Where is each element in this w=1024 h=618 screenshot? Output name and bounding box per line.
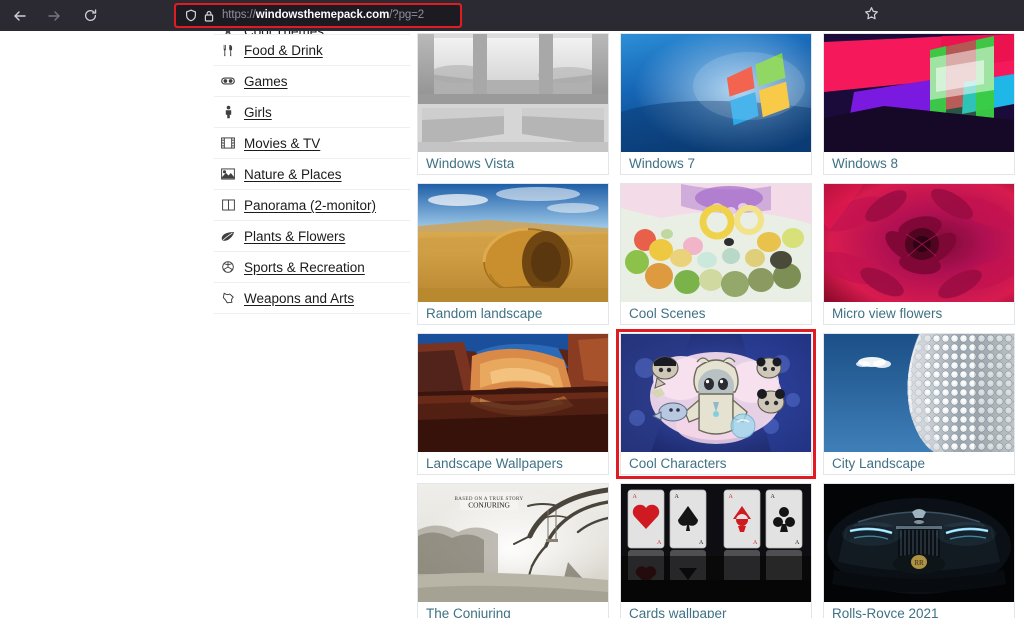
sidebar-item-label: Nature & Places: [244, 166, 342, 182]
svg-text:A: A: [771, 494, 776, 500]
shield-arts-icon: [218, 290, 238, 306]
sidebar-item-label: Movies & TV: [244, 135, 321, 151]
theme-title-link[interactable]: Landscape Wallpapers: [418, 452, 608, 474]
svg-text:A: A: [699, 540, 704, 546]
sidebar-item-food-drink[interactable]: Food & Drink: [214, 35, 410, 66]
theme-title-link[interactable]: Random landscape: [418, 302, 608, 324]
sidebar-item-label: Food & Drink: [244, 42, 323, 58]
cutlery-icon: [218, 42, 238, 58]
svg-text:A: A: [633, 494, 638, 500]
theme-thumbnail-red-canyon-reflection[interactable]: [418, 334, 608, 452]
svg-text:A: A: [657, 540, 662, 546]
dual-monitor-icon: [218, 197, 238, 213]
sidebar-item-nature-places[interactable]: Nature & Places: [214, 159, 410, 190]
svg-text:RR: RR: [914, 559, 924, 567]
theme-grid-row: BASED ON A TRUE STORY CONJURING The Conj…: [417, 483, 1017, 618]
theme-title-link[interactable]: Windows Vista: [418, 152, 608, 174]
theme-grid-row: Landscape Wallpapers Cool Characters Cit…: [417, 329, 1017, 479]
svg-text:CONJURING: CONJURING: [468, 501, 510, 510]
lock-icon[interactable]: [200, 7, 218, 25]
theme-card[interactable]: RR Rolls-Royce 2021: [823, 483, 1015, 618]
url-text: https://windowsthemepack.com/?pg=2: [222, 8, 425, 22]
theme-title-link[interactable]: Windows 7: [621, 152, 811, 174]
landscape-icon: [218, 166, 238, 182]
theme-thumbnail-rolls-royce-front[interactable]: RR: [824, 484, 1014, 602]
svg-text:A: A: [729, 494, 734, 500]
theme-grid-row: Windows Vista Windows 7 Windows 8: [417, 33, 1017, 175]
theme-thumbnail-hay-bale-field[interactable]: [418, 184, 608, 302]
back-arrow-icon: [12, 8, 28, 24]
theme-thumbnail-cartoon-characters[interactable]: [621, 334, 811, 452]
reload-icon: [83, 8, 98, 23]
forward-button[interactable]: [40, 2, 68, 30]
url-scheme: https://: [222, 8, 256, 21]
theme-card[interactable]: A A A A A A A A Cards wallpaper: [620, 483, 812, 618]
theme-card[interactable]: City Landscape: [823, 333, 1015, 475]
star-icon: [864, 6, 879, 26]
theme-card[interactable]: Cool Scenes: [620, 183, 812, 325]
shield-icon[interactable]: [182, 7, 200, 25]
browser-toolbar: https://windowsthemepack.com/?pg=2: [0, 0, 1024, 31]
sidebar-item-girls[interactable]: Girls: [214, 97, 410, 128]
page-viewport: Cool ThemesFood & DrinkGamesGirlsMovies …: [0, 31, 1024, 618]
svg-text:A: A: [753, 540, 758, 546]
theme-grid-row: Random landscape Cool Scenes Micro view …: [417, 183, 1017, 325]
sidebar-item-label: Games: [244, 73, 288, 89]
theme-thumbnail-train-interior-bw[interactable]: [418, 34, 608, 152]
sidebar-item-label: Panorama (2-monitor): [244, 197, 377, 213]
back-button[interactable]: [6, 2, 34, 30]
theme-title-link[interactable]: City Landscape: [824, 452, 1014, 474]
theme-card[interactable]: BASED ON A TRUE STORY CONJURING The Conj…: [417, 483, 609, 618]
sidebar-item-movies-tv[interactable]: Movies & TV: [214, 128, 410, 159]
theme-card[interactable]: Windows Vista: [417, 33, 609, 175]
category-sidebar: Cool ThemesFood & DrinkGamesGirlsMovies …: [214, 31, 410, 314]
address-bar-container[interactable]: https://windowsthemepack.com/?pg=2: [174, 3, 462, 28]
address-bar[interactable]: https://windowsthemepack.com/?pg=2: [176, 5, 460, 26]
theme-thumbnail-bullring-facade[interactable]: [824, 334, 1014, 452]
theme-thumbnail-windows8-geometric[interactable]: [824, 34, 1014, 152]
svg-text:A: A: [675, 494, 680, 500]
theme-thumbnail-playing-cards-dark[interactable]: A A A A A A A A: [621, 484, 811, 602]
theme-title-link[interactable]: Rolls-Royce 2021: [824, 602, 1014, 618]
bookmark-button[interactable]: [858, 3, 884, 28]
reload-button[interactable]: [76, 2, 104, 30]
theme-title-link[interactable]: Cool Characters: [621, 452, 811, 474]
sidebar-item-plants-flowers[interactable]: Plants & Flowers: [214, 221, 410, 252]
sidebar-item-weapons-and-arts[interactable]: Weapons and Arts: [214, 283, 410, 314]
theme-title-link[interactable]: Cool Scenes: [621, 302, 811, 324]
sidebar-item-sports-recreation[interactable]: Sports & Recreation: [214, 252, 410, 283]
theme-title-link[interactable]: The Conjuring: [418, 602, 608, 618]
svg-text:A: A: [795, 540, 800, 546]
sidebar-item-label: Sports & Recreation: [244, 259, 365, 275]
theme-title-link[interactable]: Micro view flowers: [824, 302, 1014, 324]
forward-arrow-icon: [46, 8, 62, 24]
theme-card[interactable]: Landscape Wallpapers: [417, 333, 609, 475]
theme-card[interactable]: Random landscape: [417, 183, 609, 325]
theme-card-highlighted[interactable]: Cool Characters: [616, 329, 816, 479]
url-host: windowsthemepack.com: [255, 8, 390, 21]
gamepad-icon: [218, 73, 238, 89]
theme-card[interactable]: Micro view flowers: [823, 183, 1015, 325]
url-path: /?pg=2: [389, 8, 425, 21]
sidebar-item-label: Girls: [244, 104, 272, 120]
person-icon: [218, 104, 238, 120]
film-icon: [218, 135, 238, 151]
theme-thumbnail-windows7-logo-blue[interactable]: [621, 34, 811, 152]
leaf-icon: [218, 228, 238, 244]
theme-thumbnail-foggy-tree-swing[interactable]: BASED ON A TRUE STORY CONJURING: [418, 484, 608, 602]
sidebar-item-panorama-2-monitor[interactable]: Panorama (2-monitor): [214, 190, 410, 221]
theme-card[interactable]: Windows 7: [620, 33, 812, 175]
sidebar-item-label: Plants & Flowers: [244, 228, 346, 244]
sidebar-item-games[interactable]: Games: [214, 66, 410, 97]
theme-thumbnail-colorful-3d-objects[interactable]: [621, 184, 811, 302]
ball-icon: [218, 259, 238, 275]
sidebar-item-label: Weapons and Arts: [244, 290, 355, 306]
theme-grid: Windows Vista Windows 7 Windows 8 Random…: [417, 33, 1017, 618]
theme-title-link[interactable]: Cards wallpaper: [621, 602, 811, 618]
theme-card[interactable]: Windows 8: [823, 33, 1015, 175]
theme-thumbnail-magenta-dahlia[interactable]: [824, 184, 1014, 302]
theme-title-link[interactable]: Windows 8: [824, 152, 1014, 174]
